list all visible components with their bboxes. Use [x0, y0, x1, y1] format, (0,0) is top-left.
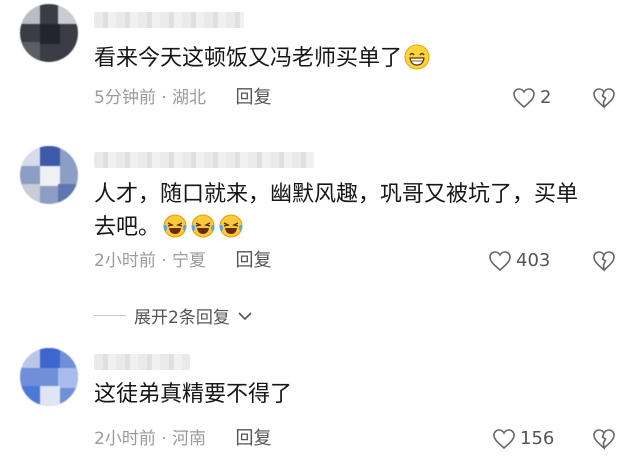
reply-button[interactable]: 回复 — [235, 87, 271, 108]
separator: · — [161, 88, 167, 108]
comment-meta: 5分钟前 · 湖北 回复 — [94, 87, 271, 109]
comment-meta: 2小时前 · 河南 回复 — [94, 428, 271, 450]
separator: · — [161, 429, 167, 449]
chevron-down-icon — [238, 311, 252, 320]
username-blurred[interactable] — [94, 152, 314, 168]
reply-button[interactable]: 回复 — [235, 428, 271, 449]
broken-heart-icon[interactable] — [592, 87, 616, 109]
reply-button[interactable]: 回复 — [235, 250, 271, 271]
comment-location: 宁夏 — [172, 251, 207, 271]
like-button[interactable]: 2 — [512, 87, 551, 109]
username-blurred[interactable] — [94, 12, 244, 28]
comment-meta: 2小时前 · 宁夏 回复 — [94, 250, 271, 272]
comment-location: 湖北 — [172, 88, 207, 108]
avatar[interactable] — [20, 146, 78, 204]
comment-text-line-2-body: 去吧。 — [94, 215, 161, 240]
like-button[interactable]: 156 — [492, 428, 554, 450]
expand-replies-button[interactable]: 展开2条回复 — [94, 303, 252, 328]
avatar[interactable] — [20, 4, 78, 62]
comment-text-body: 这徒弟真精要不得了 — [94, 382, 293, 407]
broken-heart-icon[interactable] — [592, 250, 616, 272]
comment-text: 看来今天这顿饭又冯老师买单了 — [94, 42, 614, 75]
comment-location: 河南 — [172, 429, 207, 449]
heart-icon — [513, 88, 535, 109]
heart-icon — [489, 251, 511, 272]
separator: · — [161, 251, 167, 271]
broken-heart-icon[interactable] — [592, 428, 616, 450]
comment-text: 这徒弟真精要不得了 — [94, 378, 614, 411]
comment-time: 2小时前 — [94, 429, 156, 449]
laugh-cry-emoji-icon — [163, 214, 187, 238]
grin-emoji-icon — [404, 44, 430, 70]
like-count: 156 — [520, 428, 555, 449]
avatar[interactable] — [20, 348, 78, 406]
like-count: 403 — [516, 250, 551, 271]
laugh-cry-emoji-icon — [219, 214, 243, 238]
username-blurred[interactable] — [94, 354, 190, 370]
comment-time: 5分钟前 — [94, 88, 156, 108]
expand-replies-label: 展开2条回复 — [134, 308, 230, 328]
laugh-cry-emoji-icon — [191, 214, 215, 238]
comment-text: 人才，随口就来，幽默风趣，巩哥又被坑了，买单 去吧。 — [94, 178, 614, 244]
divider — [94, 315, 126, 316]
comment-text-line-1: 人才，随口就来，幽默风趣，巩哥又被坑了，买单 — [94, 182, 579, 207]
comment-text-line-2: 去吧。 — [94, 211, 614, 244]
like-count: 2 — [540, 87, 552, 108]
heart-icon — [493, 429, 515, 450]
comment-text-body: 看来今天这顿饭又冯老师买单了 — [94, 46, 403, 71]
comment-time: 2小时前 — [94, 251, 156, 271]
like-button[interactable]: 403 — [488, 250, 550, 272]
